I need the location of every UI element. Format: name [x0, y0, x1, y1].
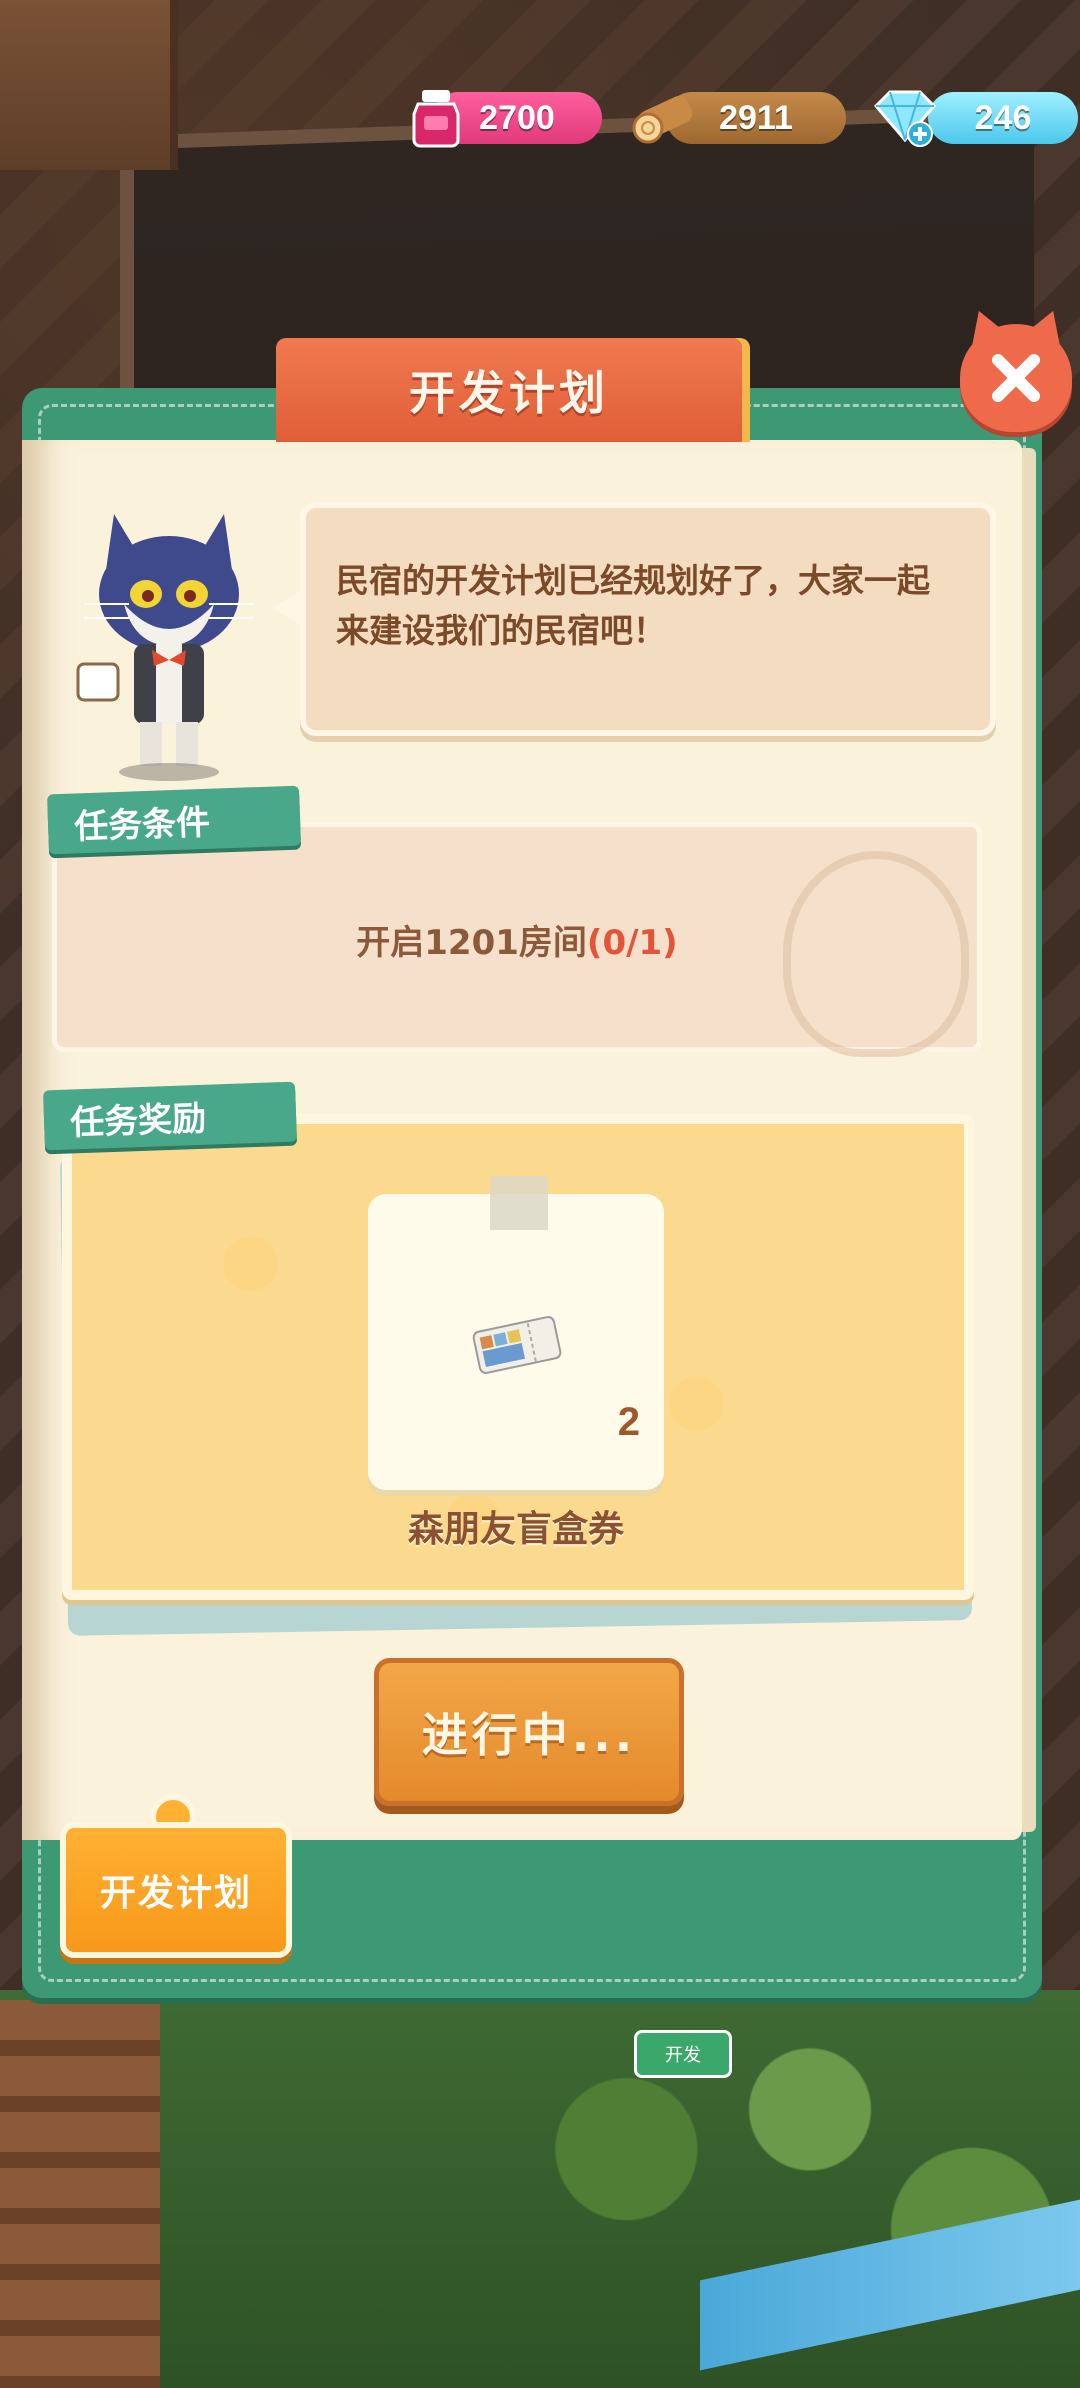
diamond-plus-icon[interactable]: [866, 84, 946, 148]
card-tape: [490, 1176, 548, 1230]
in-progress-button[interactable]: 进行中...: [374, 1658, 684, 1806]
book-page-edge: [1022, 448, 1036, 1832]
rewards-label: 任务奖励: [43, 1081, 297, 1151]
garden-background: [0, 1990, 1080, 2388]
ticket-icon: [472, 1316, 562, 1374]
cat-mascot: [76, 514, 254, 781]
speech-text: 民宿的开发计划已经规划好了，大家一起来建设我们的民宿吧！: [336, 561, 930, 650]
ink-bottle-icon: [412, 90, 460, 148]
dialog-title: 开发计划: [409, 366, 609, 420]
close-icon: [992, 354, 1040, 402]
reward-name: 森朋友盲盒券: [407, 1509, 624, 1550]
wooden-stairs: [0, 2000, 160, 2388]
condition-description: 开启1201房间: [356, 923, 587, 963]
in-progress-label: 进行中...: [421, 1708, 637, 1762]
tab-development-plan-label: 开发计划: [99, 1873, 252, 1914]
condition-text: 开启1201房间(0/1): [57, 915, 977, 964]
dialog-title-tab: 开发计划: [276, 338, 742, 442]
conditions-label: 任务条件: [47, 785, 301, 855]
condition-progress: (0/1): [586, 923, 678, 963]
speech-bubble: 民宿的开发计划已经规划好了，大家一起来建设我们的民宿吧！: [300, 502, 996, 736]
gem-counter: 246: [928, 92, 1078, 144]
conditions-box: 开启1201房间(0/1): [52, 822, 982, 1057]
garden-develop-sign[interactable]: 开发: [634, 2030, 732, 2078]
close-button[interactable]: [960, 324, 1072, 432]
wood-log-icon: [632, 96, 693, 144]
bookshelf: [0, 0, 178, 170]
tab-development-plan[interactable]: 开发计划: [60, 1822, 292, 1958]
reward-count: 2: [617, 1400, 640, 1444]
